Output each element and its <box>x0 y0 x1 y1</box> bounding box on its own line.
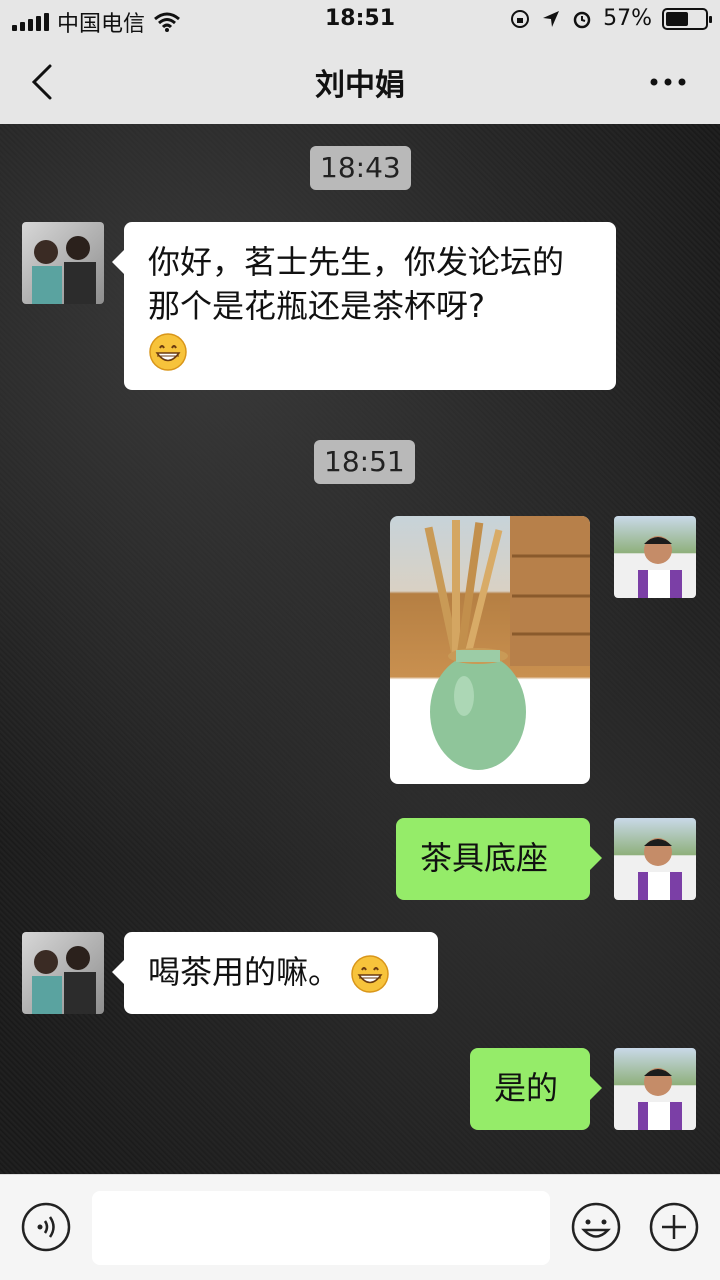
message-bubble-incoming[interactable]: 喝茶用的嘛。 <box>112 932 438 1014</box>
message-bubble-outgoing[interactable]: 茶具底座 <box>396 818 602 900</box>
emoji-picker-icon[interactable] <box>570 1201 622 1253</box>
grinning-face-icon <box>149 333 187 371</box>
nav-bar: 刘中娟 <box>0 40 720 124</box>
rotation-lock-icon <box>511 9 530 28</box>
timestamp: 18:51 <box>314 440 415 484</box>
alarm-icon <box>573 11 591 28</box>
message-bubble-incoming[interactable]: 你好，茗士先生，你发论坛的那个是花瓶还是茶杯呀? <box>112 222 616 390</box>
voice-icon[interactable] <box>20 1201 72 1253</box>
timestamp: 18:43 <box>310 146 411 190</box>
message-text: 你好，茗士先生，你发论坛的那个是花瓶还是茶杯呀? <box>148 243 565 325</box>
message-bubble-outgoing[interactable]: 是的 <box>470 1048 602 1130</box>
status-bar: 中国电信 18:51 57% <box>0 0 720 40</box>
top-bar: 中国电信 18:51 57% 刘中娟 <box>0 0 720 124</box>
message-text: 茶具底座 <box>420 839 549 877</box>
message-input[interactable] <box>92 1191 550 1265</box>
message-text: 是的 <box>494 1069 559 1107</box>
contact-avatar[interactable] <box>22 222 104 304</box>
status-right: 57% <box>509 6 712 31</box>
message-image[interactable] <box>390 516 590 784</box>
location-icon <box>543 10 560 27</box>
battery-percent: 57% <box>603 6 652 31</box>
my-avatar[interactable] <box>614 1048 696 1130</box>
battery-fill <box>666 11 688 26</box>
plus-icon[interactable] <box>648 1201 700 1253</box>
more-dots-icon[interactable] <box>646 60 690 104</box>
chat-title: 刘中娟 <box>315 68 405 103</box>
grinning-face-icon <box>351 955 389 993</box>
message-text: 喝茶用的嘛。 <box>148 953 341 991</box>
my-avatar[interactable] <box>614 818 696 900</box>
chat-area[interactable]: 18:43 你好，茗士先生，你发论坛的那个是花瓶还是茶杯呀? 18:51 茶具底… <box>0 124 720 1174</box>
input-bar <box>0 1174 720 1280</box>
my-avatar[interactable] <box>614 516 696 598</box>
battery-icon <box>662 7 712 30</box>
contact-avatar[interactable] <box>22 932 104 1014</box>
